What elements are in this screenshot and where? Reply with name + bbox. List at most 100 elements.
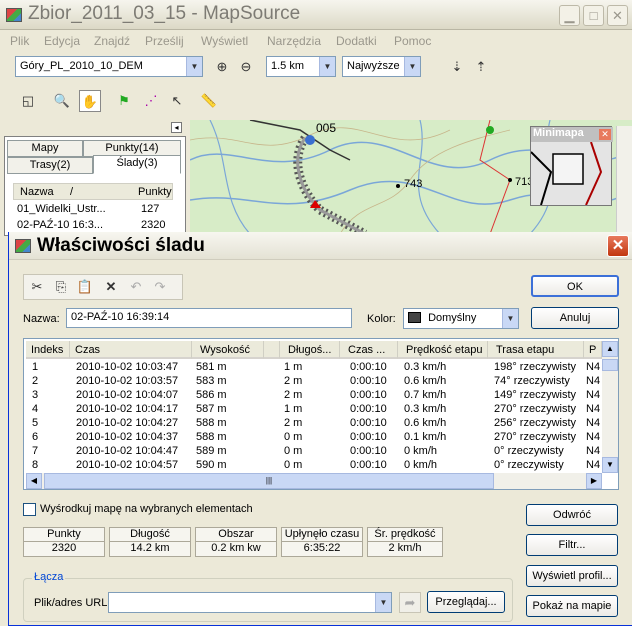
table-row[interactable]: 1 2010-10-02 10:03:47 581 m 1 m 0:00:10 0.3 k… — [24, 361, 602, 375]
map-vertical-scrollbar[interactable] — [616, 126, 632, 234]
paste-button[interactable]: 📋 — [74, 276, 96, 298]
map-product-value: Góry_PL_2010_10_DEM — [20, 60, 143, 72]
list-item[interactable]: 02-PAŹ-10 16:3... 2320 — [17, 219, 173, 233]
tab-tracks[interactable]: Ślady(3) — [93, 155, 181, 174]
table-row[interactable]: 6 2010-10-02 10:04:37 588 m 0 m 0:00:10 0.1 k… — [24, 431, 602, 445]
undo-button[interactable]: ↶ — [125, 276, 147, 298]
table-cell: 0° rzeczywisty — [494, 459, 564, 471]
route-tool-button[interactable]: ⋰ — [140, 90, 162, 112]
minimap-close-button[interactable]: ✕ — [599, 129, 611, 140]
waypoint-tool-button[interactable]: ⚑ — [113, 90, 135, 112]
tab-maps[interactable]: Mapy — [7, 140, 83, 157]
minimap-view[interactable] — [531, 142, 611, 205]
table-row[interactable]: 5 2010-10-02 10:04:27 588 m 2 m 0:00:10 0.6 k… — [24, 417, 602, 431]
column-altitude[interactable]: Wysokość — [192, 341, 264, 359]
list-item[interactable]: 01_Widelki_Ustr... 127 — [17, 203, 173, 217]
zoom-tool-button[interactable]: 🔍 — [51, 90, 73, 112]
close-dialog-button[interactable]: ✕ — [607, 235, 629, 257]
ok-button[interactable]: OK — [531, 275, 619, 297]
horizontal-scroll-thumb[interactable]: ||| — [44, 473, 494, 489]
delete-button[interactable]: ✕ — [100, 276, 122, 298]
menu-help[interactable]: Pomoc — [394, 34, 431, 48]
map-product-select[interactable]: Góry_PL_2010_10_DEM ▼ — [15, 56, 203, 77]
browse-button[interactable]: Przeglądaj... — [427, 591, 505, 613]
scroll-thumb[interactable] — [602, 359, 618, 371]
cut-button[interactable]: ✂ — [26, 276, 48, 298]
send-device-icon: ⇡ — [475, 59, 487, 74]
track-name-input[interactable]: 02-PAŹ-10 16:39:14 — [66, 308, 352, 328]
column-leg-speed[interactable]: Prędkość etapu — [398, 341, 488, 359]
hand-tool-button[interactable]: ✋ — [79, 90, 101, 112]
show-profile-button[interactable]: Wyświetl profil... — [526, 565, 618, 587]
table-cell: 587 m — [196, 403, 227, 415]
maximize-button[interactable]: □ — [583, 5, 604, 26]
items-panel: Mapy Punkty(14) Trasy(2) Ślady(3) Nazwa … — [4, 136, 186, 236]
table-row[interactable]: 8 2010-10-02 10:04:57 590 m 0 m 0:00:10 0 km/… — [24, 459, 602, 473]
center-map-checkbox[interactable] — [23, 503, 36, 516]
column-points[interactable]: Punkty — [138, 186, 172, 198]
table-row[interactable]: 3 2010-10-02 10:04:07 586 m 2 m 0:00:10 0.7 k… — [24, 389, 602, 403]
table-cell: 0.1 km/h — [404, 431, 447, 443]
menu-file[interactable]: Plik — [10, 34, 29, 48]
chevron-down-icon: ▼ — [186, 57, 202, 76]
zoom-out-button[interactable]: ⊖ — [235, 56, 257, 78]
menu-transfer[interactable]: Prześlij — [145, 34, 184, 48]
table-horizontal-scrollbar[interactable]: ◀ ||| ▶ — [26, 473, 602, 489]
delete-x-icon: ✕ — [105, 279, 117, 294]
menu-view[interactable]: Wyświetl — [201, 34, 248, 48]
track-points-table[interactable]: Indeks Czas Wysokość Długoś... Czas ... … — [23, 338, 619, 490]
table-cell: 0 m — [284, 431, 303, 443]
column-leg-time[interactable]: Czas ... — [340, 341, 398, 359]
send-to-device-button[interactable]: ⇡ — [470, 56, 492, 78]
map-tool-button[interactable]: ◱ — [17, 90, 39, 112]
column-time[interactable]: Czas — [70, 341, 192, 359]
selection-tool-button[interactable]: ↖ — [166, 90, 188, 112]
menu-find[interactable]: Znajdź — [94, 34, 130, 48]
collapse-panel-button[interactable]: ◂ — [171, 122, 182, 133]
receive-from-device-button[interactable]: ⇣ — [446, 56, 468, 78]
copy-button[interactable]: ⎘ — [50, 276, 72, 298]
track-list-header: Nazwa / Punkty — [13, 183, 173, 200]
column-name[interactable]: Nazwa — [20, 186, 54, 198]
zoom-scale-select[interactable]: 1.5 km ▼ — [266, 56, 336, 77]
detail-level-select[interactable]: Najwyższe ▼ — [342, 56, 421, 77]
scroll-right-button[interactable]: ▶ — [586, 473, 602, 489]
tab-routes[interactable]: Trasy(2) — [7, 157, 93, 174]
filter-button[interactable]: Filtr... — [526, 534, 618, 556]
track-color-select[interactable]: Domyślny ▼ — [403, 308, 519, 329]
close-main-button[interactable]: ✕ — [607, 5, 628, 26]
column-position[interactable]: P — [584, 341, 602, 359]
menu-tools[interactable]: Narzędzia — [267, 34, 321, 48]
chevron-down-icon: ▼ — [319, 57, 335, 76]
table-row[interactable]: 2 2010-10-02 10:03:57 583 m 2 m 0:00:10 0.6 k… — [24, 375, 602, 389]
table-vertical-scrollbar[interactable]: ▲ ▼ — [602, 341, 618, 473]
minimize-button[interactable]: ▁ — [559, 5, 580, 26]
scroll-up-button[interactable]: ▲ — [602, 341, 618, 357]
table-cell: 0.6 km/h — [404, 375, 447, 387]
scroll-down-button[interactable]: ▼ — [602, 457, 618, 473]
table-row[interactable]: 4 2010-10-02 10:04:17 587 m 1 m 0:00:10 0.3 k… — [24, 403, 602, 417]
distance-tool-button[interactable]: 📏 — [198, 90, 220, 112]
zoom-in-button[interactable]: ⊕ — [211, 56, 233, 78]
scroll-left-button[interactable]: ◀ — [26, 473, 42, 489]
url-input[interactable]: ▼ — [108, 592, 392, 613]
zoom-out-icon: ⊖ — [240, 59, 252, 74]
column-leg-length[interactable]: Długoś... — [280, 341, 340, 359]
cancel-button[interactable]: Anuluj — [531, 307, 619, 329]
route-icon: ⋰ — [144, 93, 158, 108]
menu-extras[interactable]: Dodatki — [336, 34, 377, 48]
sort-indicator: / — [70, 186, 74, 198]
mapsource-app-icon — [6, 8, 22, 22]
table-cell: 2 — [32, 375, 39, 387]
table-body: 1 2010-10-02 10:03:47 581 m1 m 0:00:10 0.3 k… — [24, 361, 602, 473]
menu-edit[interactable]: Edycja — [44, 34, 80, 48]
table-row[interactable]: 7 2010-10-02 10:04:47 589 m 0 m 0:00:10 0 km/… — [24, 445, 602, 459]
invert-button[interactable]: Odwróć — [526, 504, 618, 526]
column-leg-course[interactable]: Trasa etapu — [488, 341, 584, 359]
open-link-button[interactable]: ➦ — [399, 592, 421, 613]
column-index[interactable]: Indeks — [26, 341, 70, 359]
redo-button[interactable]: ↷ — [149, 276, 171, 298]
show-on-map-button[interactable]: Pokaż na mapie — [526, 595, 618, 617]
column-blank[interactable] — [264, 341, 280, 359]
stat-length-header: Długość — [109, 527, 191, 542]
